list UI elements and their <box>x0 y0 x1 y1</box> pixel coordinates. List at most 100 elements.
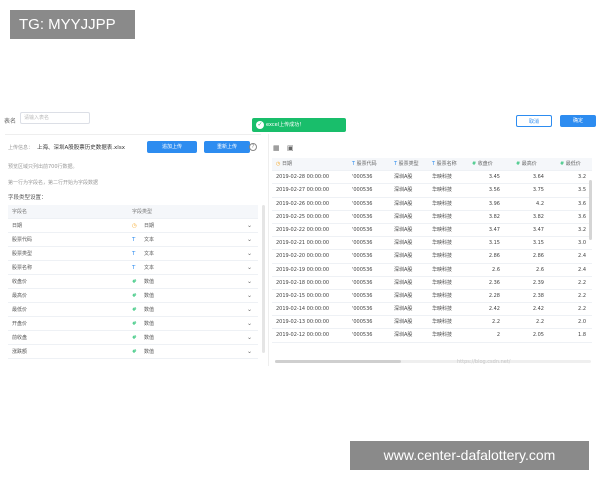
field-name: 股票代码 <box>12 237 33 243</box>
table-cell: 深圳A股 <box>394 174 413 181</box>
table-cell: 2.2 <box>578 306 586 313</box>
append-upload-button[interactable]: 追加上传 <box>147 141 197 153</box>
upload-info-label: 上传信息 <box>8 145 29 151</box>
table-cell: 深圳A股 <box>394 187 413 194</box>
preview-col-header[interactable]: T 股票名称 <box>432 158 457 171</box>
field-row: 股票类型 T 文本 ⌄ <box>8 247 258 261</box>
table-cell: 3.2 <box>578 226 586 233</box>
table-cell: 3.96 <box>488 200 500 207</box>
field-type-select[interactable]: 数值 <box>144 303 154 317</box>
preview-col-header[interactable]: T 股票代码 <box>352 158 377 171</box>
field-type-select[interactable]: 数值 <box>144 317 154 331</box>
field-name: 股票名称 <box>12 265 33 271</box>
chevron-down-icon[interactable]: ⌄ <box>247 303 252 317</box>
table-row: 2019-02-25 00:00:00 '000536 深圳A股 华映科技 3.82 3.… <box>272 211 592 224</box>
table-cell: 2.4 <box>578 253 586 260</box>
number-type-icon: # <box>132 349 137 355</box>
field-row: 最低价 # 数值 ⌄ <box>8 303 258 317</box>
chevron-down-icon[interactable]: ⌄ <box>247 289 252 303</box>
table-cell: 2.2 <box>536 319 544 326</box>
field-table-header: 字段名 字段类型 <box>8 205 258 219</box>
preview-col-header[interactable]: # 最高价 <box>516 158 537 171</box>
chevron-down-icon[interactable]: ⌄ <box>247 275 252 289</box>
table-row: 2019-02-13 00:00:00 '000536 深圳A股 华映科技 2.2 2.2… <box>272 316 592 330</box>
preview-col-header[interactable]: # 收盘价 <box>472 158 493 171</box>
field-type-select[interactable]: 数值 <box>144 331 154 345</box>
import-dialog: 表名 请输入表名 ✓ excel上传成功！ 取消 确定 上传信息： 上海、深圳A股… <box>0 106 600 366</box>
table-icon[interactable]: ▦ <box>273 144 280 152</box>
check-circle-icon: ✓ <box>256 121 264 129</box>
field-type-select[interactable]: 文本 <box>144 247 154 261</box>
number-type-icon: # <box>132 307 137 313</box>
preview-col-header[interactable]: T 股票类型 <box>394 158 419 171</box>
table-cell: 2.05 <box>532 332 544 339</box>
table-cell: '000536 <box>352 306 373 313</box>
text-type-icon: T <box>432 161 436 167</box>
tablename-input[interactable]: 请输入表名 <box>20 112 90 124</box>
field-type-select[interactable]: 数值 <box>144 345 154 359</box>
table-cell: 深圳A股 <box>394 319 413 326</box>
preview-col-header[interactable]: # 最低价 <box>560 158 581 171</box>
confirm-button[interactable]: 确定 <box>560 115 596 127</box>
col-label: 收盘价 <box>477 161 493 167</box>
text-type-icon: T <box>394 161 398 167</box>
col-label: 股票代码 <box>356 161 377 167</box>
field-name: 最低价 <box>12 307 28 313</box>
left-scrollbar[interactable] <box>262 205 265 353</box>
table-cell: 1.8 <box>578 332 586 339</box>
chevron-down-icon[interactable]: ⌄ <box>247 331 252 345</box>
field-name: 股票类型 <box>12 251 33 257</box>
reupload-button[interactable]: 重新上传 <box>204 141 250 153</box>
table-cell: 3.64 <box>532 174 544 181</box>
table-cell: 深圳A股 <box>394 200 413 207</box>
image-icon[interactable]: ▣ <box>287 144 294 152</box>
chevron-down-icon[interactable]: ⌄ <box>247 261 252 275</box>
field-name: 最高价 <box>12 293 28 299</box>
preview-col-header[interactable]: ◷ 日期 <box>276 158 292 171</box>
field-row: 收盘价 # 数值 ⌄ <box>8 275 258 289</box>
field-name: 收盘价 <box>12 279 28 285</box>
help-icon[interactable]: ? <box>249 143 257 151</box>
table-cell: 2.42 <box>488 306 500 313</box>
table-cell: '000536 <box>352 213 373 220</box>
table-cell: 华映科技 <box>432 213 453 220</box>
cancel-button[interactable]: 取消 <box>516 115 552 127</box>
table-cell: 华映科技 <box>432 292 453 299</box>
tablename-label: 表名 <box>4 118 17 125</box>
table-cell: 3.5 <box>578 187 586 194</box>
number-type-icon: # <box>516 161 521 167</box>
watermark-bottom: www.center-dafalottery.com <box>350 441 589 470</box>
table-cell: 2019-02-19 00:00:00 <box>276 266 330 273</box>
preview-vertical-scrollbar[interactable] <box>589 180 592 240</box>
table-cell: 华映科技 <box>432 332 453 339</box>
table-cell: 2019-02-25 00:00:00 <box>276 213 330 220</box>
chevron-down-icon[interactable]: ⌄ <box>247 345 252 359</box>
table-cell: 3.6 <box>578 213 586 220</box>
text-type-icon: T <box>132 251 136 257</box>
table-cell: 2.86 <box>532 253 544 260</box>
table-cell: 华映科技 <box>432 240 453 247</box>
number-type-icon: # <box>132 279 137 285</box>
chevron-down-icon[interactable]: ⌄ <box>247 219 252 233</box>
table-cell: 2.86 <box>488 253 500 260</box>
chevron-down-icon[interactable]: ⌄ <box>247 247 252 261</box>
table-cell: 2019-02-26 00:00:00 <box>276 200 330 207</box>
field-type-select[interactable]: 文本 <box>144 261 154 275</box>
field-type-select[interactable]: 数值 <box>144 275 154 289</box>
table-cell: 2.36 <box>488 279 500 286</box>
chevron-down-icon[interactable]: ⌄ <box>247 233 252 247</box>
table-cell: 2019-02-18 00:00:00 <box>276 279 330 286</box>
table-cell: 华映科技 <box>432 226 453 233</box>
table-cell: 深圳A股 <box>394 279 413 286</box>
field-type-select[interactable]: 文本 <box>144 233 154 247</box>
table-cell: 深圳A股 <box>394 213 413 220</box>
field-row: 股票代码 T 文本 ⌄ <box>8 233 258 247</box>
field-type-select[interactable]: 数值 <box>144 289 154 303</box>
field-type-select[interactable]: 日期 <box>144 219 154 233</box>
preview-horizontal-scrollbar[interactable] <box>275 360 401 363</box>
upload-filename: 上海、深圳A股股票历史数据表.xlsx <box>37 145 125 151</box>
table-cell: 4.2 <box>536 200 544 207</box>
chevron-down-icon[interactable]: ⌄ <box>247 317 252 331</box>
table-cell: 3.6 <box>578 200 586 207</box>
table-row: 2019-02-18 00:00:00 '000536 深圳A股 华映科技 2.36 2.… <box>272 277 592 290</box>
